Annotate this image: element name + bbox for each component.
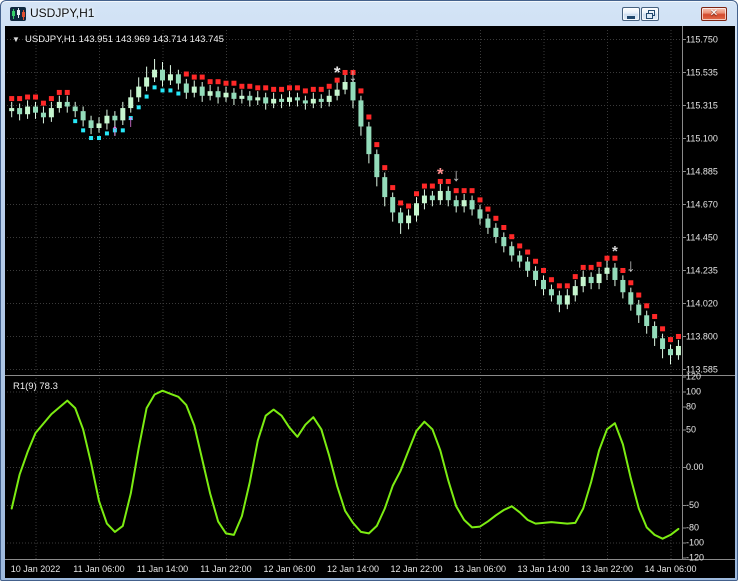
chart-area[interactable]: ↑ ↑ * ↓ * ↓ * ↓ 115.750 115.535 115.315 115.100 114.…	[5, 26, 735, 578]
app-icon	[10, 7, 26, 21]
indicator-axis-label: 0.00	[686, 462, 704, 472]
minimize-button[interactable]	[622, 7, 640, 21]
up-arrow-marker: ↑	[111, 121, 120, 140]
indicator-axis-label: -100	[686, 538, 704, 548]
chart-canvas[interactable]: ↑ ↑ * ↓ * ↓ * ↓ 115.750 115.535 115.315 115.100 114.…	[5, 26, 735, 578]
up-arrow-marker: ↑	[127, 111, 136, 130]
restore-button[interactable]	[641, 7, 659, 21]
price-axis-label: 114.670	[686, 200, 718, 210]
time-axis-label: 11 Jan 14:00	[137, 564, 188, 574]
time-axis-label: 13 Jan 14:00	[517, 564, 569, 574]
ohlc-legend: USDJPY,H1 143.951 143.969 143.714 143.74…	[25, 34, 224, 45]
price-axis-label: 113.800	[686, 332, 718, 342]
star-marker: *	[334, 63, 341, 82]
price-axis-label: 114.885	[686, 167, 718, 177]
collapse-triangle-icon[interactable]: ▼	[12, 35, 20, 44]
price-axis-label: 114.020	[686, 299, 718, 309]
time-axis-label: 11 Jan 06:00	[73, 564, 124, 574]
price-axis-label: 114.450	[686, 233, 718, 243]
indicator-axis-label: -50	[686, 500, 699, 510]
window-title: USDJPY,H1	[30, 6, 95, 20]
indicator-axis-label: 80	[686, 402, 696, 412]
minimize-icon	[627, 15, 635, 19]
titlebar[interactable]: USDJPY,H1 ✕	[1, 1, 737, 26]
close-button[interactable]: ✕	[701, 7, 727, 21]
indicator-label: R1(9) 78.3	[13, 381, 58, 392]
chart-window: USDJPY,H1 ✕ ↑ ↑ * ↓ * ↓ * ↓ 115.750 115.535 115.31…	[0, 0, 738, 581]
restore-icon	[645, 9, 655, 19]
indicator-axis-label: -120	[686, 553, 704, 563]
down-arrow-marker: ↓	[349, 65, 358, 85]
down-arrow-marker: ↓	[626, 255, 635, 275]
time-axis[interactable]: 10 Jan 2022 11 Jan 06:00 11 Jan 14:00 11 Ja…	[11, 564, 697, 574]
star-marker: *	[437, 164, 444, 183]
time-axis-label: 13 Jan 22:00	[581, 564, 633, 574]
price-axis-label: 115.315	[686, 101, 718, 111]
time-axis-label: 12 Jan 06:00	[263, 564, 315, 574]
down-arrow-marker: ↓	[452, 165, 461, 185]
price-axis-label: 115.535	[686, 68, 718, 78]
indicator-axis-label: 120	[686, 371, 701, 381]
time-axis-label: 12 Jan 14:00	[327, 564, 379, 574]
close-icon: ✕	[709, 8, 719, 19]
indicator-axis-label: -80	[686, 522, 699, 532]
indicator-axis-label: 50	[686, 424, 696, 434]
price-axis-label: 115.100	[686, 134, 718, 144]
time-axis-label: 10 Jan 2022	[11, 564, 61, 574]
star-marker: *	[612, 243, 618, 260]
price-axis-label: 114.235	[686, 266, 718, 276]
time-axis-label: 13 Jan 06:00	[454, 564, 506, 574]
time-axis-label: 12 Jan 22:00	[390, 564, 442, 574]
price-axis-label: 115.750	[686, 35, 718, 45]
time-axis-label: 11 Jan 22:00	[200, 564, 251, 574]
time-axis-label: 14 Jan 06:00	[644, 564, 696, 574]
indicator-axis-label: 100	[686, 387, 701, 397]
